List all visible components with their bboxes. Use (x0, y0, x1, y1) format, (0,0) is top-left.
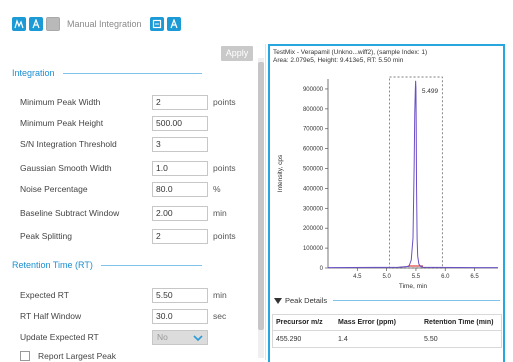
param-row: Noise Percentage 80.0 % (20, 181, 260, 197)
update-expected-rt-select[interactable]: No (152, 329, 208, 345)
param-label: RT Half Window (20, 311, 82, 321)
sn-threshold-input[interactable]: 3 (152, 136, 208, 152)
param-label: Peak Splitting (20, 231, 72, 241)
report-largest-peak-checkbox[interactable] (20, 351, 30, 361)
param-label: S/N Integration Threshold (20, 139, 117, 149)
y-axis-label: Intensity, cps (277, 154, 284, 192)
param-row: Baseline Subtract Window 2.00 min (20, 205, 260, 221)
baseline-subtract-window-input[interactable]: 2.00 (152, 205, 208, 221)
x-tick-label: 4.5 (353, 274, 362, 280)
param-label: Minimum Peak Width (20, 97, 101, 107)
y-tick-label: 200000 (303, 226, 324, 232)
noise-percentage-input[interactable]: 80.0 (152, 181, 208, 197)
peak-details-table: Precursor m/z Mass Error (ppm) Retention… (272, 314, 502, 348)
rt-half-window-input[interactable]: 30.0 (152, 308, 208, 324)
table-cell: 1.4 (338, 335, 348, 343)
y-tick-label: 100000 (303, 246, 324, 252)
param-label: Noise Percentage (20, 184, 88, 194)
x-tick-label: 5.0 (382, 274, 391, 280)
y-tick-label: 300000 (303, 206, 324, 212)
y-tick-label: 0 (320, 266, 324, 272)
column-header: Retention Time (min) (424, 319, 494, 326)
column-header: Mass Error (ppm) (338, 319, 396, 326)
retention-section-header: Retention Time (RT) (12, 260, 242, 270)
param-row: S/N Integration Threshold 3 (20, 136, 260, 152)
section-divider (100, 264, 202, 266)
param-label: Report Largest Peak (38, 351, 116, 361)
y-tick-label: 500000 (303, 167, 324, 173)
manual-integration-toggle[interactable] (46, 17, 60, 31)
minimum-peak-height-input[interactable]: 500.00 (152, 115, 208, 131)
chevron-down-icon (193, 334, 203, 341)
peak-rt-label: 5.499 (422, 88, 439, 95)
section-divider (333, 300, 500, 301)
param-label: Minimum Peak Height (20, 118, 104, 128)
section-divider (62, 72, 202, 74)
param-label: Gaussian Smooth Width (20, 163, 112, 173)
collapse-triangle-icon[interactable] (274, 297, 282, 304)
y-tick-label: 700000 (303, 127, 324, 133)
param-row: Expected RT 5.50 min (20, 287, 260, 303)
param-row: RT Half Window 30.0 sec (20, 308, 260, 324)
param-label: Update Expected RT (20, 332, 99, 342)
param-row: Report Largest Peak (20, 350, 260, 362)
integration-header-label: Integration (12, 68, 55, 78)
param-row: Minimum Peak Width 2 points (20, 94, 260, 110)
select-value: No (157, 332, 168, 342)
y-tick-label: 400000 (303, 186, 324, 192)
minimum-peak-width-input[interactable]: 2 (152, 94, 208, 110)
y-tick-label: 600000 (303, 147, 324, 153)
param-label: Baseline Subtract Window (20, 208, 120, 218)
param-row: Gaussian Smooth Width 1.0 points (20, 160, 260, 176)
table-row[interactable]: 455.290 1.4 5.50 (273, 331, 501, 347)
y-tick-label: 800000 (303, 107, 324, 113)
table-header: Precursor m/z Mass Error (ppm) Retention… (273, 315, 501, 331)
param-unit: points (213, 97, 236, 107)
zoom-icon[interactable] (149, 17, 164, 31)
auto-zoom-icon[interactable] (166, 17, 181, 31)
param-row: Minimum Peak Height 500.00 (20, 115, 260, 131)
table-cell: 455.290 (276, 335, 302, 343)
param-unit: points (213, 231, 236, 241)
param-row: Peak Splitting 2 points (20, 228, 260, 244)
param-row: Update Expected RT No (20, 329, 260, 345)
table-cell: 5.50 (424, 335, 438, 343)
column-header: Precursor m/z (276, 319, 323, 326)
param-unit: points (213, 163, 236, 173)
peak-details-label: Peak Details (285, 296, 328, 305)
chromatogram-panel: TestMix - Verapamil (Unkno...wiff2), (sa… (268, 44, 505, 362)
y-tick-label: 900000 (303, 87, 324, 93)
x-tick-label: 6.0 (441, 274, 450, 280)
retention-header-label: Retention Time (RT) (12, 260, 93, 270)
chromatogram-chart[interactable]: 0 100000 200000 300000 400000 500000 600000 700… (270, 46, 503, 292)
toolbar: Manual Integration (0, 12, 268, 36)
chromatogram-trace (327, 80, 498, 269)
param-unit: sec (213, 311, 227, 321)
x-tick-label: 6.5 (470, 274, 479, 280)
peak-details-header[interactable]: Peak Details (274, 296, 500, 305)
manual-integration-label: Manual Integration (67, 19, 142, 29)
x-tick-label: 5.5 (412, 274, 421, 280)
expected-rt-input[interactable]: 5.50 (152, 287, 208, 303)
x-axis-label: Time, min (399, 283, 428, 290)
integrate-icon[interactable] (12, 17, 26, 31)
left-panel-scrollbar[interactable] (258, 58, 264, 358)
integration-section-header: Integration (12, 68, 242, 78)
gaussian-smooth-width-input[interactable]: 1.0 (152, 160, 208, 176)
param-unit: % (213, 184, 221, 194)
param-label: Expected RT (20, 290, 69, 300)
integration-parameters-panel: Apply Integration Minimum Peak Width 2 p… (12, 44, 266, 362)
scrollbar-thumb[interactable] (258, 62, 264, 330)
param-unit: min (213, 290, 227, 300)
peak-splitting-input[interactable]: 2 (152, 228, 208, 244)
apply-button[interactable]: Apply (221, 46, 253, 61)
auto-integrate-icon[interactable] (29, 17, 43, 31)
param-unit: min (213, 208, 227, 218)
